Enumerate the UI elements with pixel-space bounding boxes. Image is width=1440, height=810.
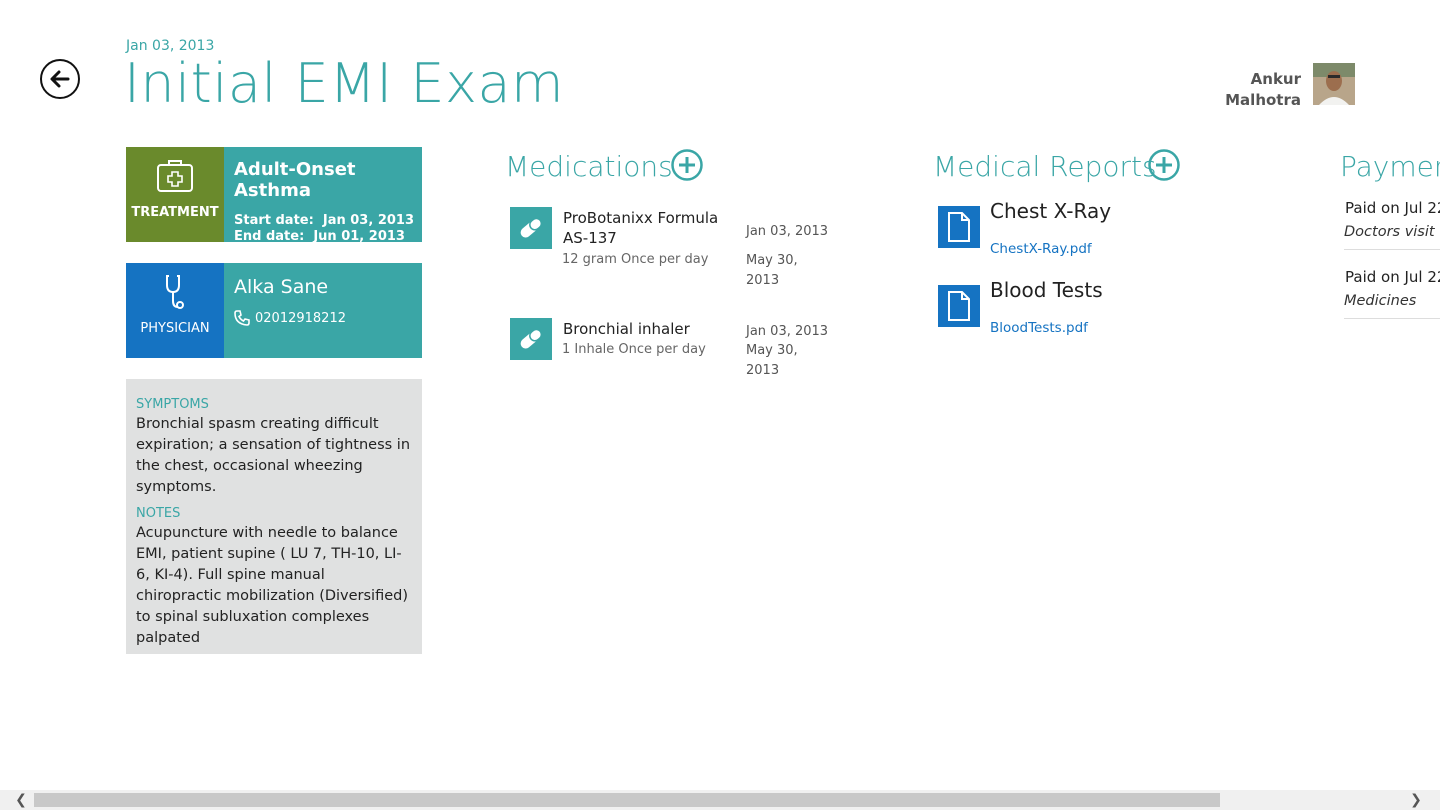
treatment-tile-label: TREATMENT xyxy=(131,205,219,220)
page-title: Initial EMI Exam xyxy=(124,52,565,115)
physician-tile-label: PHYSICIAN xyxy=(140,321,210,336)
user-first-name: Ankur xyxy=(1250,70,1301,88)
notes-label: NOTES xyxy=(136,506,181,521)
payment-paid-date[interactable]: Paid on Jul 22 xyxy=(1345,199,1440,217)
physician-phone-number: 02012918212 xyxy=(255,310,346,326)
scrollbar-thumb[interactable] xyxy=(34,793,1220,807)
treatment-tile-icon-area: TREATMENT xyxy=(126,147,224,242)
pill-icon xyxy=(510,318,552,360)
back-button[interactable] xyxy=(40,59,80,99)
user-name[interactable]: Ankur Malhotra xyxy=(1225,69,1301,111)
start-date-value: Jan 03, 2013 xyxy=(322,213,415,228)
payment-divider xyxy=(1344,318,1440,319)
avatar[interactable] xyxy=(1313,63,1355,105)
report-file-link[interactable]: ChestX-Ray.pdf xyxy=(990,241,1092,257)
report-file-link[interactable]: BloodTests.pdf xyxy=(990,320,1088,336)
treatment-start-row: Start date: Jan 03, 2013 xyxy=(234,213,422,229)
start-date-label: Start date: xyxy=(234,213,314,228)
physician-name: Alka Sane xyxy=(234,276,329,298)
treatment-end-row: End date: Jun 01, 2013 xyxy=(234,229,422,245)
symptoms-text: Bronchial spasm creating difficult expir… xyxy=(136,416,411,495)
document-icon xyxy=(938,285,980,327)
medical-reports-title: Medical Reports xyxy=(933,150,1157,183)
symptoms-label: SYMPTOMS xyxy=(136,397,209,412)
medications-title: Medications xyxy=(505,150,673,183)
physician-details: Alka Sane 02012918212 xyxy=(224,263,422,358)
medication-dose: 12 gram Once per day xyxy=(562,252,709,267)
medication-start-date: Jan 03, 2013 xyxy=(746,324,829,339)
physician-tile[interactable]: PHYSICIAN Alka Sane 02012918212 xyxy=(126,263,422,358)
user-last-name: Malhotra xyxy=(1225,91,1301,109)
treatment-details: Adult-Onset Asthma Start date: Jan 03, 2… xyxy=(224,147,422,245)
add-medication-button[interactable] xyxy=(671,149,703,181)
stethoscope-icon xyxy=(166,275,184,309)
physician-tile-icon-area: PHYSICIAN xyxy=(126,263,224,358)
treatment-condition: Adult-Onset Asthma xyxy=(234,159,356,201)
payments-title: Payment xyxy=(1340,150,1440,183)
scroll-right-icon[interactable]: ❯ xyxy=(1405,790,1427,810)
medication-end-date: May 30, 2013 xyxy=(746,253,798,288)
medication-dose: 1 Inhale Once per day xyxy=(562,342,706,357)
payment-description: Medicines xyxy=(1344,293,1417,309)
notes-panel: SYMPTOMS Bronchial spasm creating diffic… xyxy=(126,379,422,654)
end-date-label: End date: xyxy=(234,229,305,244)
treatment-tile[interactable]: TREATMENT Adult-Onset Asthma Start date:… xyxy=(126,147,422,245)
treatment-dates: Start date: Jan 03, 2013 End date: Jun 0… xyxy=(234,213,422,245)
notes-text: Acupuncture with needle to balance EMI, … xyxy=(136,525,409,646)
pill-icon xyxy=(510,207,552,249)
report-title: Chest X-Ray xyxy=(990,199,1112,223)
payment-description: Doctors visit xyxy=(1344,224,1435,240)
horizontal-scrollbar[interactable]: ❮ ❯ xyxy=(0,790,1440,810)
medication-start-date: Jan 03, 2013 xyxy=(746,224,829,239)
first-aid-kit-icon xyxy=(157,160,193,192)
medication-name[interactable]: Bronchial inhaler xyxy=(563,319,723,339)
payment-paid-date[interactable]: Paid on Jul 22 xyxy=(1345,268,1440,286)
document-icon xyxy=(938,206,980,248)
phone-icon xyxy=(234,310,250,326)
medication-name[interactable]: ProBotanixx Formula AS-137 xyxy=(563,208,723,248)
avatar-photo xyxy=(1313,63,1355,105)
add-report-button[interactable] xyxy=(1148,149,1180,181)
end-date-value: Jun 01, 2013 xyxy=(313,229,405,244)
physician-phone[interactable]: 02012918212 xyxy=(234,310,422,326)
back-arrow-icon xyxy=(50,70,70,88)
payment-divider xyxy=(1344,249,1440,250)
medication-end-date: May 30, 2013 xyxy=(746,343,798,378)
report-title: Blood Tests xyxy=(990,278,1103,302)
scroll-left-icon[interactable]: ❮ xyxy=(10,790,32,810)
